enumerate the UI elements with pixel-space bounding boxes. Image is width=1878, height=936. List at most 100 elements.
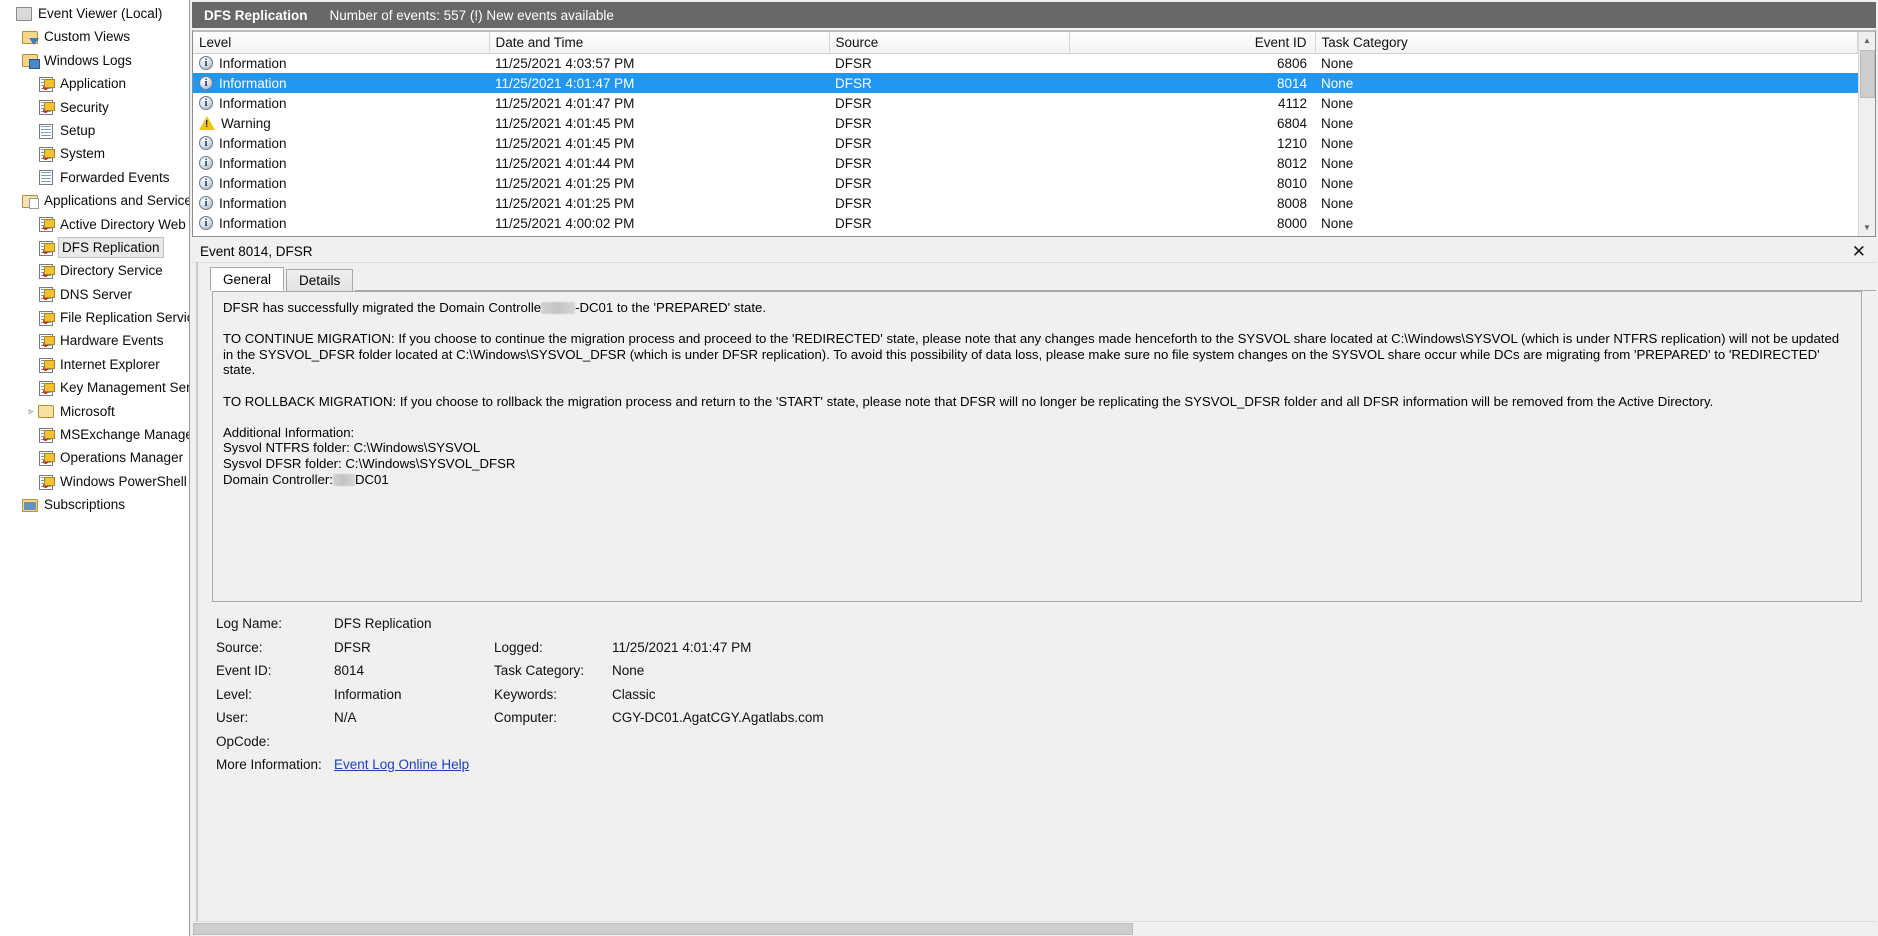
sidebar-item-forwarded-events[interactable]: Forwarded Events: [0, 166, 189, 189]
cell-event-id: 6804: [1276, 115, 1307, 131]
redacted-domain-name: [541, 302, 576, 314]
meta-value-task-category: None: [612, 663, 645, 678]
event-table-body: i Information 11/25/2021 4:03:57 PM DFSR 680…: [193, 53, 1858, 233]
cell-source: DFSR: [835, 95, 872, 111]
description-spacer-1: [223, 316, 1851, 332]
event-table-head: Level Date and Time Source Event ID Task…: [193, 32, 1858, 54]
meta-value-log-name: DFS Replication: [334, 616, 432, 631]
event-log-icon: [38, 216, 56, 233]
meta-label-source: Source:: [216, 639, 263, 655]
information-icon: i: [199, 56, 213, 71]
cell-level-label: Information: [219, 75, 287, 91]
sidebar-item-operations-manager[interactable]: Operations Manager: [0, 446, 189, 469]
table-row[interactable]: i Information 11/25/2021 4:01:44 PM DFSR 801…: [193, 153, 1858, 173]
table-row[interactable]: i Information 11/25/2021 4:01:47 PM DFSR 801…: [193, 73, 1858, 93]
detail-horizontal-scrollbar[interactable]: [192, 921, 1876, 936]
detail-hscroll-thumb[interactable]: [193, 923, 1133, 935]
event-list-panel[interactable]: Level Date and Time Source Event ID Task…: [192, 30, 1876, 237]
event-detail-pane: Event 8014, DFSR ✕ General Details DFSR …: [192, 240, 1876, 936]
scroll-up-arrow-icon[interactable]: ▲: [1858, 32, 1875, 49]
cell-source: DFSR: [835, 135, 872, 151]
sidebar-item-microsoft[interactable]: ▹ Microsoft: [0, 400, 189, 423]
tab-details[interactable]: Details: [286, 269, 354, 291]
detail-tabstrip: General Details: [198, 267, 1876, 291]
information-icon: i: [199, 96, 213, 110]
information-icon: i: [199, 136, 213, 150]
sidebar-item-internet-explorer[interactable]: Internet Explorer: [0, 353, 189, 376]
windows-logs-folder-icon: [22, 52, 40, 70]
sidebar-item-windows-logs[interactable]: Windows Logs: [0, 49, 189, 72]
sidebar-item-application[interactable]: Application: [0, 72, 189, 95]
sidebar-item-label: DNS Server: [60, 286, 133, 302]
event-log-online-help-link[interactable]: Event Log Online Help: [334, 757, 469, 772]
cell-source: DFSR: [829, 73, 1069, 93]
table-row[interactable]: i Information 11/25/2021 4:01:25 PM DFSR 800…: [193, 193, 1858, 213]
meta-label-blank-1: [494, 616, 612, 631]
table-row[interactable]: i Information 11/25/2021 4:01:25 PM DFSR 801…: [193, 173, 1858, 193]
sidebar-item-dfs-replication[interactable]: DFS Replication: [0, 236, 189, 259]
cell-date-time: 11/25/2021 4:01:47 PM: [495, 95, 635, 111]
sidebar-item-label: Custom Views: [44, 29, 131, 45]
cell-level: i Information: [193, 73, 489, 93]
sidebar-item-active-directory-web-ser[interactable]: Active Directory Web Ser: [0, 213, 189, 236]
description-domain-controller: Domain Controller: DC01: [223, 472, 1851, 488]
sidebar-item-hardware-events[interactable]: Hardware Events: [0, 329, 189, 352]
meta-value-logged: 11/25/2021 4:01:47 PM: [612, 639, 752, 655]
sidebar-item-label: Forwarded Events: [60, 169, 170, 185]
sidebar-item-subscriptions[interactable]: Subscriptions: [0, 493, 189, 516]
cell-event-id: 8014: [1069, 73, 1315, 93]
table-row[interactable]: Warning 11/25/2021 4:01:45 PM DFSR 6804 None: [193, 113, 1858, 133]
event-log-icon: [38, 263, 56, 279]
cell-level-label: Information: [219, 155, 287, 171]
event-viewer-window: Event Viewer (Local) Custom Views Windows …: [0, 0, 1878, 936]
sidebar-item-label: Key Management Service: [60, 380, 189, 396]
column-header-date-time[interactable]: Date and Time: [489, 32, 830, 54]
event-detail-titlebar: Event 8014, DFSR ✕: [192, 240, 1876, 263]
sidebar-item-label: Internet Explorer: [60, 356, 160, 372]
column-header-event-id[interactable]: Event ID: [1069, 32, 1316, 54]
cell-event-id: 8010: [1276, 175, 1307, 191]
description-sysvol-dfsr-folder: Sysvol DFSR folder: C:\Windows\SYSVOL_DF…: [223, 455, 516, 471]
information-icon: i: [199, 216, 213, 230]
table-row[interactable]: i Information 11/25/2021 4:00:02 PM DFSR 800…: [193, 213, 1858, 233]
cell-level: i Information: [193, 173, 489, 193]
sidebar-item-security[interactable]: Security: [0, 96, 189, 119]
table-row[interactable]: i Information 11/25/2021 4:01:45 PM DFSR 121…: [193, 133, 1858, 153]
cell-task-category: None: [1321, 215, 1354, 231]
sidebar-item-dns-server[interactable]: DNS Server: [0, 283, 189, 306]
sidebar-item-label: Event Viewer (Local): [38, 6, 163, 21]
sidebar-item-custom-views[interactable]: Custom Views: [0, 25, 189, 48]
sidebar-item-applications-and-services-lo[interactable]: Applications and Services Lo: [0, 189, 189, 212]
column-header-source[interactable]: Source: [829, 32, 1070, 54]
meta-label-logged: Logged:: [494, 639, 543, 655]
sidebar-item-key-management-service[interactable]: Key Management Service: [0, 376, 189, 399]
sidebar-item-file-replication-service[interactable]: File Replication Service: [0, 306, 189, 329]
close-icon[interactable]: ✕: [1848, 243, 1870, 260]
sidebar-item-windows-powershell[interactable]: Windows PowerShell: [0, 470, 189, 493]
cell-event-id: 8008: [1276, 195, 1307, 211]
sidebar-item-label: Security: [60, 99, 109, 115]
sidebar-item-label: MSExchange Manageme: [60, 427, 189, 443]
meta-value-more-information: Event Log Online Help: [334, 757, 494, 772]
tab-general[interactable]: General: [210, 267, 285, 291]
expand-chevron-icon[interactable]: ▹: [24, 400, 38, 423]
event-description-box[interactable]: DFSR has successfully migrated the Domai…: [212, 291, 1862, 602]
scrollbar-thumb[interactable]: [1860, 50, 1875, 98]
sidebar-item-system[interactable]: System: [0, 142, 189, 165]
console-tree-sidebar[interactable]: Event Viewer (Local) Custom Views Windows …: [0, 0, 190, 936]
sidebar-item-directory-service[interactable]: Directory Service: [0, 259, 189, 282]
column-header-level[interactable]: Level: [193, 32, 490, 54]
scroll-down-arrow-icon[interactable]: ▼: [1858, 219, 1875, 236]
console-tree: Event Viewer (Local) Custom Views Windows …: [0, 2, 189, 517]
event-list-vertical-scrollbar[interactable]: ▲ ▼: [1858, 32, 1875, 236]
sidebar-item-event-viewer-local[interactable]: Event Viewer (Local): [0, 2, 189, 25]
tabstrip-filler: [355, 269, 1876, 291]
cell-task-category: None: [1321, 155, 1354, 171]
cell-date-time: 11/25/2021 4:01:47 PM: [489, 73, 829, 93]
sidebar-item-setup[interactable]: Setup: [0, 119, 189, 142]
cell-task-category: None: [1321, 135, 1354, 151]
table-row[interactable]: i Information 11/25/2021 4:03:57 PM DFSR 680…: [193, 53, 1858, 73]
column-header-task-category[interactable]: Task Category: [1315, 32, 1858, 54]
table-row[interactable]: i Information 11/25/2021 4:01:47 PM DFSR 411…: [193, 93, 1858, 113]
sidebar-item-msexchange-manageme[interactable]: MSExchange Manageme: [0, 423, 189, 446]
